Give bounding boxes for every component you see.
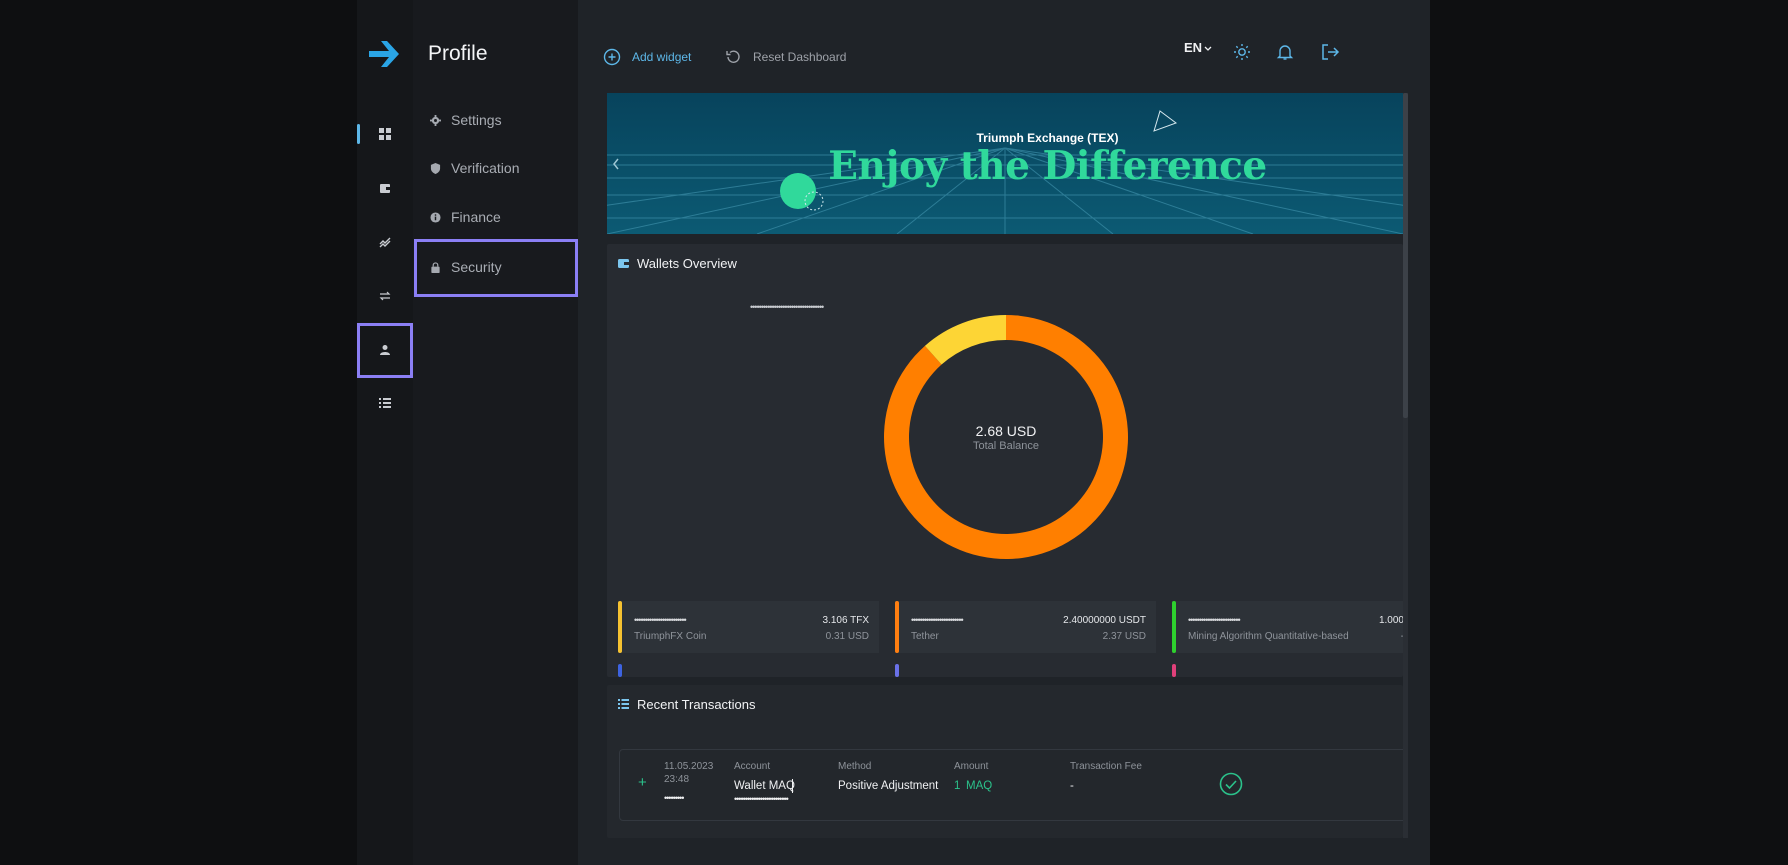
- top-bar: Add widget Reset Dashboard EN: [578, 0, 1430, 92]
- wallet-card-usdt[interactable]: •••••••••••••••••••••••• Tether 2.400000…: [895, 601, 1156, 653]
- dashboard-icon: [379, 128, 391, 140]
- wallets-masked-header: ••••••••••••••••••••••••••••••••••: [750, 302, 824, 312]
- banner-headline: Enjoy the Difference: [828, 143, 1267, 189]
- language-selector[interactable]: EN: [1184, 40, 1212, 55]
- wallet-card-maq[interactable]: •••••••••••••••••••••••• Mining Algorith…: [1172, 601, 1403, 653]
- donut-slice-triumphfx-coin[interactable]: [924, 315, 1006, 365]
- shield-icon: [429, 162, 441, 174]
- plus-circle-icon: [603, 48, 621, 66]
- tx-masked-id: •••••••••: [664, 793, 684, 803]
- reset-icon: [726, 50, 740, 63]
- wallet-color-bar: [895, 664, 899, 677]
- wallets-overview-title: Wallets Overview: [637, 256, 737, 271]
- chevron-down-icon: [1204, 46, 1212, 51]
- bell-icon: [1276, 45, 1294, 60]
- theme-toggle-button[interactable]: [1233, 43, 1251, 61]
- subnav-title: Profile: [428, 42, 488, 65]
- wallet-card-tfx[interactable]: •••••••••••••••••••••••• TriumphFX Coin …: [618, 601, 879, 653]
- check-circle-icon: [1219, 772, 1243, 796]
- subnav-item-label: Settings: [451, 112, 502, 128]
- tx-amount-header: Amount: [954, 761, 989, 772]
- tx-amount-currency: MAQ: [966, 780, 993, 792]
- wallet-amount: 1.000: [1378, 615, 1403, 626]
- info-icon: [429, 211, 441, 223]
- donut-center-value: 2.68 USD: [975, 423, 1037, 439]
- wallet-icon: [618, 259, 629, 268]
- exchange-icon: [379, 291, 391, 301]
- wallet-usd-value: 2.37 USD: [1102, 631, 1146, 642]
- tx-method-header: Method: [838, 761, 872, 772]
- reset-dashboard-button[interactable]: Reset Dashboard: [724, 48, 846, 66]
- wallet-color-bar: [895, 601, 899, 653]
- tx-account-mask: •••••••••••••••••••••••••: [734, 794, 789, 804]
- recent-transactions-title: Recent Transactions: [637, 697, 756, 712]
- rail-item-chart[interactable]: [357, 220, 413, 264]
- wallet-icon: [380, 184, 391, 193]
- scrollbar-thumb[interactable]: [1403, 93, 1408, 418]
- app-shell: Profile Settings Verification Finance Se…: [357, 0, 1430, 865]
- reset-dashboard-label: Reset Dashboard: [753, 50, 847, 64]
- content-scrollbar[interactable]: [1403, 93, 1408, 838]
- wallet-color-bar: [618, 601, 622, 653]
- wallet-usd-value: 0.31 USD: [825, 631, 869, 642]
- tx-account: Wallet MAQ: [734, 780, 795, 792]
- brand-logo-icon[interactable]: [367, 36, 403, 72]
- tx-account-header: Account: [734, 761, 771, 772]
- profile-highlight-box: [357, 323, 413, 378]
- rail-item-exchange[interactable]: [357, 274, 413, 318]
- profile-subnav: Profile Settings Verification Finance Se…: [413, 0, 578, 865]
- text-cursor: [792, 779, 793, 793]
- tx-fee-header: Transaction Fee: [1070, 761, 1142, 772]
- wallet-name: Mining Algorithm Quantitative-based: [1188, 631, 1349, 642]
- tx-fee: -: [1070, 780, 1074, 792]
- subnav-item-finance[interactable]: Finance: [413, 193, 578, 241]
- promo-banner[interactable]: Triumph Exchange (TEX) Enjoy the Differe…: [607, 93, 1403, 234]
- subnav-item-verification[interactable]: Verification: [413, 144, 578, 192]
- logout-icon: [1322, 44, 1340, 60]
- rail-item-wallet[interactable]: [357, 166, 413, 210]
- wallet-color-bar: [1172, 601, 1176, 653]
- tx-date: 11.05.2023: [664, 761, 714, 772]
- subnav-item-settings[interactable]: Settings: [413, 96, 578, 144]
- rail-item-dashboard[interactable]: [357, 112, 413, 156]
- logout-button[interactable]: [1320, 43, 1340, 61]
- wallet-color-bar: [1172, 664, 1176, 677]
- wallet-masked-address: ••••••••••••••••••••••••: [634, 615, 687, 625]
- language-label: EN: [1184, 40, 1203, 55]
- subnav-item-label: Finance: [451, 209, 501, 225]
- tx-time: 23:48: [664, 774, 690, 785]
- wallet-name: TriumphFX Coin: [634, 631, 707, 642]
- donut-center-label: Total Balance: [972, 440, 1040, 452]
- tx-amount-value: 1: [954, 780, 961, 792]
- wallet-masked-address: ••••••••••••••••••••••••: [911, 615, 964, 625]
- notifications-button[interactable]: [1276, 43, 1294, 61]
- security-highlight-box: [414, 239, 578, 297]
- chart-icon: [379, 237, 391, 248]
- dashboard-content: Triumph Exchange (TEX) Enjoy the Differe…: [607, 93, 1403, 838]
- rail-item-list[interactable]: [357, 381, 413, 425]
- plus-icon: +: [638, 774, 647, 791]
- table-row[interactable]: + 11.05.2023 23:48 ••••••••• Account Wal…: [619, 749, 1403, 821]
- wallet-name: Tether: [911, 631, 939, 642]
- sun-icon: [1234, 44, 1250, 60]
- subnav-item-label: Verification: [451, 160, 520, 176]
- icon-rail: [357, 0, 413, 865]
- wallet-color-bar: [618, 664, 622, 677]
- list-icon: [379, 398, 391, 408]
- add-widget-label: Add widget: [632, 50, 692, 64]
- wallet-amount: 2.40000000 USDT: [1063, 615, 1146, 626]
- add-widget-button[interactable]: Add widget: [603, 48, 691, 66]
- list-icon: [618, 699, 629, 709]
- wallet-masked-address: ••••••••••••••••••••••••: [1188, 615, 1241, 625]
- tx-method: Positive Adjustment: [838, 780, 939, 792]
- gear-icon: [429, 114, 441, 126]
- wallet-amount: 3.106 TFX: [822, 615, 869, 626]
